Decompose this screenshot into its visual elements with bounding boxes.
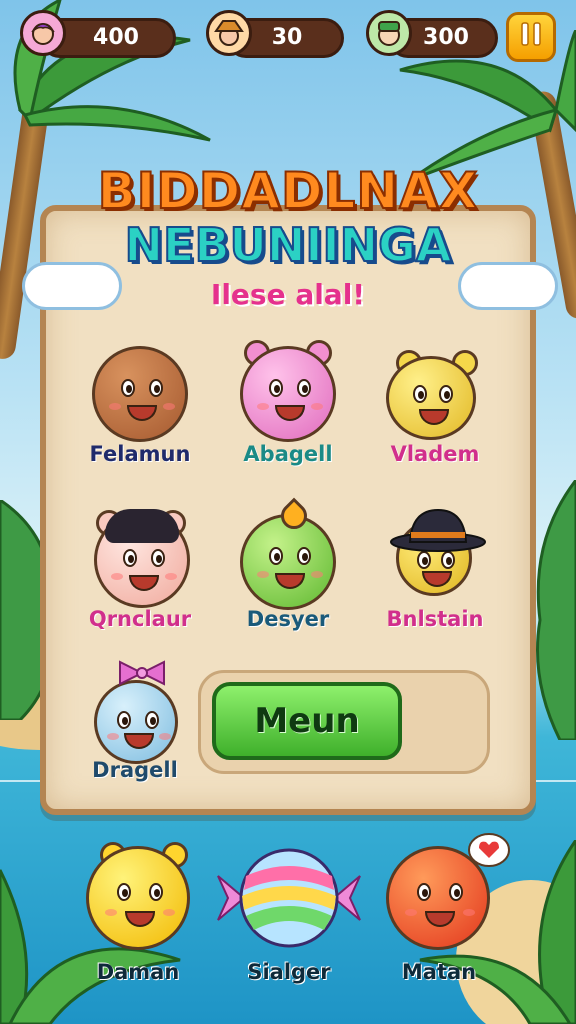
game-title-line-2: NEBUNIINGA <box>124 217 453 273</box>
hair-icon <box>105 509 179 543</box>
character-label-vladem: Vladem <box>390 442 480 466</box>
character-label-felamun: Felamun <box>89 442 191 466</box>
character-label-abagell: Abagell <box>243 442 333 466</box>
pause-icon <box>520 21 542 54</box>
hat-icon <box>390 508 486 552</box>
hat-explorer-icon[interactable] <box>206 10 252 56</box>
character-abagell[interactable] <box>240 346 336 442</box>
candy-label-sialger: Sialger <box>247 960 331 984</box>
character-dragell[interactable] <box>94 680 178 764</box>
character-felamun[interactable] <box>92 346 188 442</box>
character-qrnclaur[interactable] <box>94 509 190 608</box>
green-cap-boy-icon[interactable] <box>366 10 412 56</box>
character-label-bnlstain: Bnlstain <box>386 607 484 631</box>
score-value-3: 300 <box>423 25 469 50</box>
candy-icon[interactable] <box>214 846 364 950</box>
game-subtitle: Ilese alal! <box>210 278 366 311</box>
game-title-line-1: BIDDADLNAX <box>97 161 479 221</box>
character-desyer[interactable] <box>240 497 336 610</box>
score-value-1: 400 <box>93 25 139 50</box>
character-label-daman: Daman <box>96 960 180 984</box>
character-label-matan: Matan <box>401 960 477 984</box>
character-label-dragell: Dragell <box>92 758 178 782</box>
character-vladem[interactable] <box>386 356 476 440</box>
purple-hair-girl-icon[interactable] <box>20 10 66 56</box>
character-label-qrnclaur: Qrnclaur <box>88 607 192 631</box>
game-scene: 400 30 300 BIDDADLNAX NEBUNIINGA Ilese a… <box>0 0 576 1024</box>
heart-bubble-icon <box>468 833 510 867</box>
bush-right <box>536 480 576 740</box>
bow-icon <box>119 660 165 686</box>
character-daman[interactable] <box>86 846 190 950</box>
character-label-desyer: Desyer <box>246 607 330 631</box>
menu-button[interactable]: Meun <box>212 682 402 760</box>
pause-button[interactable] <box>506 12 556 62</box>
score-value-2: 30 <box>271 25 303 50</box>
